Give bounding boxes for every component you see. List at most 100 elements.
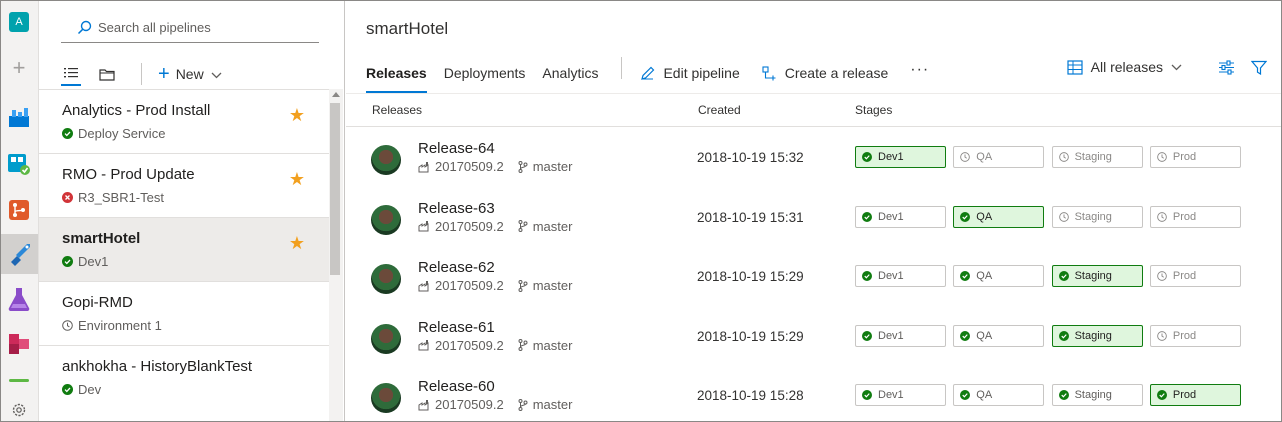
stage-qa[interactable]: QA <box>953 205 1045 228</box>
build-icon <box>418 280 430 292</box>
create-release-button[interactable]: Create a release <box>762 65 888 93</box>
pipeline-item[interactable]: ankhokha - HistoryBlankTest Dev <box>39 345 329 409</box>
test-plans-icon[interactable] <box>6 286 32 312</box>
release-name[interactable]: Release-61 <box>418 319 495 336</box>
success-check-icon <box>62 256 73 267</box>
stage-staging[interactable]: Staging <box>1051 384 1143 406</box>
filter-funnel-icon[interactable] <box>1251 60 1267 75</box>
stage-label: Dev1 <box>878 389 904 401</box>
pipeline-item-selected[interactable]: smartHotel Dev1 ★ <box>39 217 329 281</box>
pipeline-list-scrollbar[interactable] <box>329 89 343 421</box>
scroll-up-arrow-icon[interactable] <box>332 92 340 97</box>
scrollbar-thumb[interactable] <box>330 103 340 275</box>
tab-analytics[interactable]: Analytics <box>542 65 598 93</box>
build-number: 20170509.2 <box>435 159 504 174</box>
stage-label: Staging <box>1074 151 1112 163</box>
column-stages: Stages <box>855 103 893 117</box>
stage-prod[interactable]: Prod <box>1149 384 1241 406</box>
tab-deployments[interactable]: Deployments <box>444 65 526 93</box>
extension-icon[interactable] <box>9 379 29 382</box>
created-date: 2018-10-19 15:29 <box>697 328 804 344</box>
success-check-icon <box>960 211 971 222</box>
stage-staging[interactable]: Staging <box>1051 324 1143 347</box>
release-name[interactable]: Release-62 <box>418 259 495 276</box>
org-avatar[interactable]: A <box>6 9 32 35</box>
edit-pipeline-button[interactable]: Edit pipeline <box>640 65 740 93</box>
branch-icon <box>518 160 528 173</box>
success-check-icon <box>1058 390 1069 400</box>
all-releases-dropdown[interactable]: All releases <box>1067 59 1182 75</box>
stage-prod[interactable]: Prod <box>1149 205 1241 228</box>
search-pipelines-input[interactable]: Search all pipelines <box>61 13 319 43</box>
stage-label: Staging <box>1074 210 1112 223</box>
folder-view-icon[interactable] <box>97 64 117 84</box>
stage-qa[interactable]: QA <box>953 146 1045 168</box>
settings-gear-icon[interactable] <box>6 397 32 421</box>
stage-dev1[interactable]: Dev1 <box>855 384 946 406</box>
add-plus-icon[interactable]: + <box>6 55 32 81</box>
tab-releases[interactable]: Releases <box>366 65 427 93</box>
chevron-down-icon <box>1171 64 1182 71</box>
pipeline-name: ankhokha - HistoryBlankTest <box>62 358 253 375</box>
branch-icon <box>518 220 528 232</box>
stage-label: Dev1 <box>878 210 904 223</box>
release-name[interactable]: Release-63 <box>418 200 495 217</box>
stage-label: QA <box>976 389 993 401</box>
stage-staging[interactable]: Staging <box>1051 205 1143 228</box>
stage-qa[interactable]: QA <box>953 324 1045 347</box>
favorite-star-icon[interactable]: ★ <box>289 105 305 126</box>
more-actions-button[interactable]: ··· <box>910 61 929 93</box>
view-options-sliders-icon[interactable] <box>1218 59 1235 75</box>
release-meta: 20170509.2 master <box>418 338 572 353</box>
list-view-icon[interactable] <box>61 62 81 86</box>
releases-main: smartHotel Releases Deployments Analytic… <box>346 1 1281 421</box>
branch-icon <box>518 339 528 351</box>
stage-prod[interactable]: Prod <box>1149 146 1241 168</box>
stage-qa[interactable]: QA <box>953 384 1045 406</box>
stage-dev1[interactable]: Dev1 <box>855 146 946 168</box>
stage-dev1[interactable]: Dev1 <box>855 324 946 347</box>
release-row[interactable]: Release-62 20170509.2 master 2018-10-19 15:… <box>346 247 1281 307</box>
stage-staging[interactable]: Staging <box>1051 265 1143 287</box>
pipeline-item[interactable]: Analytics - Prod Install Deploy Service … <box>39 89 329 153</box>
stage-label: QA <box>976 210 993 223</box>
repos-icon[interactable] <box>6 197 32 223</box>
artifacts-icon[interactable] <box>6 331 32 357</box>
pipeline-status: Dev1 <box>62 254 329 269</box>
stage-staging[interactable]: Staging <box>1051 146 1143 168</box>
boards-icon[interactable] <box>6 151 32 177</box>
success-check-icon <box>862 152 872 162</box>
stage-qa[interactable]: QA <box>953 265 1045 287</box>
stage-prod[interactable]: Prod <box>1149 265 1241 287</box>
pipeline-status: R3_SBR1-Test <box>62 190 329 205</box>
release-name[interactable]: Release-60 <box>418 378 495 395</box>
success-check-icon <box>862 330 872 341</box>
search-icon <box>77 20 92 35</box>
release-name[interactable]: Release-64 <box>418 140 495 157</box>
stage-dev1[interactable]: Dev1 <box>855 265 946 287</box>
pipelines-icon[interactable] <box>1 234 38 274</box>
clock-icon <box>1058 211 1069 222</box>
release-row[interactable]: Release-61 20170509.2 master 2018-10-19 15:… <box>346 307 1281 367</box>
stage-dev1[interactable]: Dev1 <box>855 205 946 228</box>
release-row[interactable]: Release-63 20170509.2 master 2018-10-19 15:… <box>346 188 1281 248</box>
table-grid-icon <box>1067 59 1083 75</box>
pipeline-name: Gopi-RMD <box>62 294 133 311</box>
release-row[interactable]: Release-60 20170509.2 master 2018-10-19 15:… <box>346 366 1281 421</box>
overview-icon[interactable] <box>6 104 32 130</box>
release-meta: 20170509.2 master <box>418 397 572 412</box>
pipeline-item[interactable]: RMO - Prod Update R3_SBR1-Test ★ <box>39 153 329 217</box>
stage-label: Prod <box>1172 329 1197 342</box>
pipeline-status: Dev <box>62 382 329 397</box>
release-stages: Dev1 QA Staging Prod <box>855 205 1248 228</box>
stage-prod[interactable]: Prod <box>1149 324 1241 347</box>
build-icon <box>418 220 430 232</box>
error-x-icon <box>62 192 73 203</box>
release-row[interactable]: Release-64 20170509.2 master 2018-10-19 15:… <box>346 128 1281 188</box>
favorite-star-icon[interactable]: ★ <box>289 169 305 190</box>
pipeline-status: Environment 1 <box>62 318 329 333</box>
pipeline-item[interactable]: Gopi-RMD Environment 1 <box>39 281 329 345</box>
new-pipeline-button[interactable]: + New <box>158 64 222 84</box>
success-check-icon <box>960 390 971 400</box>
favorite-star-icon[interactable]: ★ <box>289 233 305 254</box>
